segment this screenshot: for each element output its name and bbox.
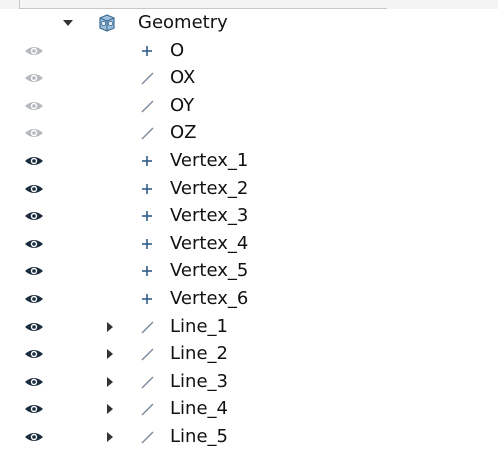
visibility-eye-icon[interactable] bbox=[24, 293, 44, 305]
tree-row-line_4[interactable]: Line_4 bbox=[0, 395, 498, 423]
geometry-group-icon bbox=[99, 14, 115, 32]
line-icon bbox=[141, 100, 154, 113]
visibility-eye-icon[interactable] bbox=[24, 100, 44, 112]
visibility-eye-icon[interactable] bbox=[24, 265, 44, 277]
line-icon bbox=[141, 376, 154, 389]
tree-item-label: Line_5 bbox=[170, 425, 228, 447]
line-icon bbox=[141, 72, 154, 85]
point-icon bbox=[142, 266, 152, 277]
point-icon bbox=[142, 45, 152, 56]
tree-item-label: Vertex_1 bbox=[170, 149, 249, 171]
tree-row-vertex_6[interactable]: Vertex_6 bbox=[0, 285, 498, 313]
point-icon bbox=[142, 293, 152, 304]
tree-item-label: Vertex_4 bbox=[170, 232, 249, 254]
expand-arrow-icon[interactable] bbox=[104, 321, 116, 333]
visibility-eye-icon[interactable] bbox=[24, 348, 44, 360]
line-icon bbox=[141, 348, 154, 361]
visibility-eye-icon[interactable] bbox=[24, 72, 44, 84]
expand-arrow-icon[interactable] bbox=[104, 403, 116, 415]
tree-row-ox[interactable]: OX bbox=[0, 64, 498, 92]
expand-arrow-icon[interactable] bbox=[104, 431, 116, 443]
tree-item-label: O bbox=[170, 39, 185, 61]
tree-item-label: Vertex_5 bbox=[170, 260, 249, 282]
visibility-eye-icon[interactable] bbox=[24, 155, 44, 167]
tree-item-label: OX bbox=[170, 67, 196, 89]
point-icon bbox=[142, 238, 152, 249]
tree-item-label: Line_3 bbox=[170, 370, 228, 392]
tree-row-oz[interactable]: OZ bbox=[0, 119, 498, 147]
tree-item-label: Line_4 bbox=[170, 398, 228, 420]
visibility-eye-icon[interactable] bbox=[24, 127, 44, 139]
line-icon bbox=[141, 431, 154, 444]
tree-item-label: Line_1 bbox=[170, 315, 228, 337]
visibility-eye-icon[interactable] bbox=[24, 403, 44, 415]
collapse-arrow-icon[interactable] bbox=[62, 17, 74, 29]
visibility-eye-icon[interactable] bbox=[24, 376, 44, 388]
visibility-eye-icon[interactable] bbox=[24, 321, 44, 333]
tree-row-o[interactable]: O bbox=[0, 37, 498, 65]
visibility-eye-icon[interactable] bbox=[24, 431, 44, 443]
object-browser-tree: Geometry O OX OY OZ Vertex_1 Vertex_2 Vertex_3… bbox=[0, 9, 498, 451]
tree-row-vertex_2[interactable]: Vertex_2 bbox=[0, 175, 498, 203]
point-icon bbox=[142, 211, 152, 222]
visibility-eye-icon[interactable] bbox=[24, 238, 44, 250]
tree-row-line_3[interactable]: Line_3 bbox=[0, 368, 498, 396]
tree-row-line_1[interactable]: Line_1 bbox=[0, 313, 498, 341]
visibility-eye-icon[interactable] bbox=[24, 210, 44, 222]
tree-row-vertex_5[interactable]: Vertex_5 bbox=[0, 257, 498, 285]
visibility-eye-icon[interactable] bbox=[24, 183, 44, 195]
line-icon bbox=[141, 403, 154, 416]
visibility-eye-icon[interactable] bbox=[24, 45, 44, 57]
tree-row-geometry[interactable]: Geometry bbox=[0, 9, 498, 37]
line-icon bbox=[141, 321, 154, 334]
tree-item-label: OY bbox=[170, 94, 195, 116]
tree-item-label: Line_2 bbox=[170, 343, 228, 365]
tree-row-vertex_4[interactable]: Vertex_4 bbox=[0, 230, 498, 258]
expand-arrow-icon[interactable] bbox=[104, 376, 116, 388]
point-icon bbox=[142, 155, 152, 166]
tree-row-vertex_3[interactable]: Vertex_3 bbox=[0, 202, 498, 230]
geometry-label: Geometry bbox=[138, 12, 228, 33]
expand-arrow-icon[interactable] bbox=[104, 348, 116, 360]
tree-row-vertex_1[interactable]: Vertex_1 bbox=[0, 147, 498, 175]
line-icon bbox=[141, 127, 154, 140]
tree-row-line_2[interactable]: Line_2 bbox=[0, 340, 498, 368]
tree-row-oy[interactable]: OY bbox=[0, 92, 498, 120]
tree-item-label: Vertex_6 bbox=[170, 287, 249, 309]
tree-row-line_5[interactable]: Line_5 bbox=[0, 423, 498, 451]
tree-item-label: OZ bbox=[170, 122, 197, 144]
point-icon bbox=[142, 183, 152, 194]
tree-item-label: Vertex_3 bbox=[170, 205, 249, 227]
tree-item-label: Vertex_2 bbox=[170, 177, 249, 199]
